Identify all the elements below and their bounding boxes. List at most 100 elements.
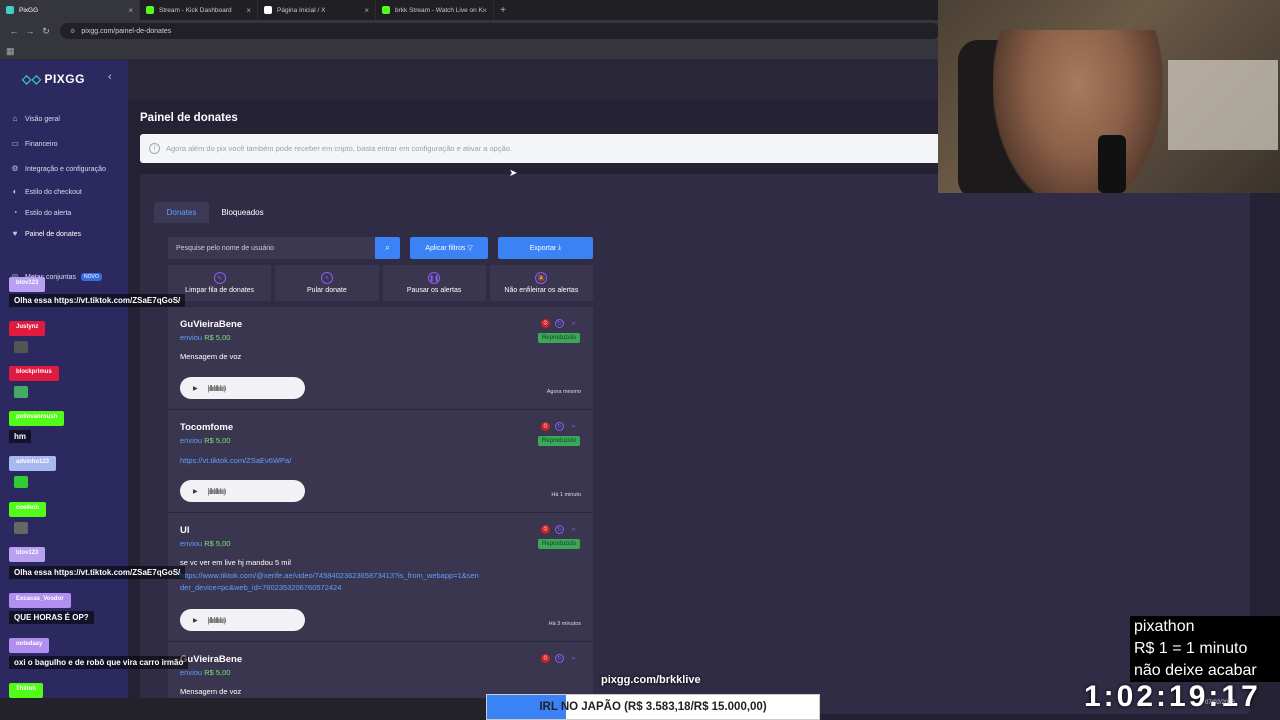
stream-overlay-url: pixgg.com/brkklive — [601, 674, 701, 686]
apps-icon[interactable]: ▦ — [6, 46, 15, 57]
tab-favicon-icon — [6, 6, 14, 14]
webcam-microphone — [1098, 135, 1126, 193]
tab-close-icon[interactable]: × — [364, 6, 369, 15]
search-input[interactable]: Pesquise pelo nome de usuário — [168, 237, 375, 259]
donate-amount: R$ 5,00 — [204, 333, 231, 342]
eraser-icon: ✎ — [213, 272, 226, 284]
info-text: Agora além do pix você também pode receb… — [166, 144, 513, 153]
sidebar-item-integra-o-e-configura-o[interactable]: ⚙ Integração e configuração — [10, 164, 106, 174]
tab-donates[interactable]: Donates — [154, 202, 209, 223]
audio-waveform: |ıllıılıllıılıı|ı — [207, 383, 227, 393]
back-icon[interactable]: ← — [6, 26, 22, 36]
skip-icon[interactable]: » — [569, 654, 578, 663]
browser-tab[interactable]: Stream - Kick Dashboard × — [140, 0, 258, 20]
skip-icon[interactable]: » — [569, 422, 578, 431]
status-badge: Reproduzido — [537, 539, 580, 549]
chat-message: Olha essa https://vt.tiktok.com/ZSaE7qGo… — [9, 294, 186, 307]
pixathon-timer: 1:02:19:17 — [1084, 680, 1261, 713]
donate-icon: ♥ — [12, 229, 18, 238]
sidebar-item-label: Integração e configuração — [25, 165, 106, 173]
chat-username: blov123 — [9, 547, 46, 562]
forward-icon[interactable]: → — [22, 26, 38, 36]
replay-icon[interactable]: ↻ — [555, 654, 564, 663]
chat-username: Excacas_Vosdor — [9, 593, 71, 608]
replay-icon[interactable]: ↻ — [555, 422, 564, 431]
chat-message: QUE HORAS É OP? — [9, 611, 94, 624]
donor-name: GuVieiraBene — [180, 319, 243, 330]
pixgg-logo[interactable]: ◇◇ PIXGG — [22, 72, 85, 86]
browser-tab[interactable]: Página Inicial / X × — [258, 0, 376, 20]
block-icon[interactable]: ⦸ — [541, 525, 550, 534]
pixathon-title: pixathon — [1134, 618, 1195, 635]
wallet-icon: ▭ — [11, 139, 19, 148]
donate-amount-line: enviou R$ 5,00 — [180, 436, 581, 445]
play-icon[interactable]: ▶ — [193, 617, 198, 624]
block-icon[interactable]: ⦸ — [541, 319, 550, 328]
sidebar-item-estilo-do-checkout[interactable]: ◐ Estilo do checkout — [10, 187, 82, 197]
play-icon[interactable]: ▶ — [193, 385, 198, 392]
replay-icon[interactable]: ↻ — [555, 319, 564, 328]
collapse-sidebar-icon[interactable]: ‹ — [108, 71, 112, 83]
chat-message: Olha essa https://vt.tiktok.com/ZSaE7qGo… — [9, 566, 186, 579]
browser-tab[interactable]: brkk Stream - Watch Live on K × — [376, 0, 494, 20]
audio-player[interactable]: ▶ |ıllıılıllıılıı|ı — [180, 609, 305, 631]
chat-username: coelhoh — [9, 502, 47, 517]
apply-filters-button[interactable]: Aplicar filtros ▽ — [410, 237, 488, 259]
logo-text: PIXGG — [44, 72, 85, 86]
sent-label: enviou — [180, 668, 203, 677]
sidebar-item-estilo-do-alerta[interactable]: ◔ Estilo do alerta — [10, 208, 72, 218]
chat-username: Justynz — [9, 321, 46, 336]
new-tab-button[interactable]: + — [494, 5, 512, 16]
apply-filters-label: Aplicar filtros — [425, 244, 466, 252]
tab-title: Página Inicial / X — [277, 6, 326, 14]
action-label: Pausar os alertas — [406, 287, 462, 294]
sidebar-item-label: Painel de donates — [25, 230, 82, 238]
skip-icon[interactable]: » — [569, 319, 578, 328]
chat-username: Thiitoh — [9, 683, 43, 698]
search-button[interactable]: ⌕ — [375, 237, 400, 259]
sidebar-item-painel-de-donates[interactable]: ♥ Painel de donates — [10, 229, 81, 239]
donate-card: Ul enviou R$ 5,00 se vc ver em live hj man… — [168, 513, 593, 642]
browser-tab[interactable]: PixGG × — [0, 0, 140, 20]
block-icon[interactable]: ⦸ — [541, 654, 550, 663]
skip-icon[interactable]: » — [569, 525, 578, 534]
sidebar-item-vis-o-geral[interactable]: ⌂ Visão geral — [10, 114, 60, 124]
tab-close-icon[interactable]: × — [128, 6, 133, 15]
action-button[interactable]: » Pular donate — [275, 265, 379, 301]
export-button[interactable]: Exportar ⤓ — [498, 237, 593, 259]
sidebar-item-financeiro[interactable]: ▭ Financeiro — [10, 139, 57, 149]
replay-icon[interactable]: ↻ — [555, 525, 564, 534]
home-icon: ⌂ — [12, 114, 18, 123]
audio-player[interactable]: ▶ |ıllıılıllıılıı|ı — [180, 480, 305, 502]
donate-card: GuVieiraBene enviou R$ 5,00 Mensagem de vo… — [168, 642, 593, 702]
tab-favicon-icon — [146, 6, 154, 14]
audio-player[interactable]: ▶ |ıllıılıllıılıı|ı — [180, 377, 305, 399]
action-button[interactable]: ❚❚ Pausar os alertas — [382, 265, 486, 301]
action-button[interactable]: 🔕 Não enfileirar os alertas — [489, 265, 593, 301]
settings-icon: ⚙ — [11, 164, 19, 173]
search-icon: ⌕ — [385, 243, 390, 252]
tab-close-icon[interactable]: × — [482, 6, 487, 15]
mouse-cursor-icon: ➤ — [509, 168, 518, 179]
tab-title: brkk Stream - Watch Live on K — [395, 6, 483, 14]
tab-title: Stream - Kick Dashboard — [159, 6, 232, 14]
site-info-icon[interactable]: ⚙ — [70, 28, 75, 35]
donate-link[interactable]: https://vt.tiktok.com/ZSaEv6WPa/ — [180, 455, 480, 467]
tab-close-icon[interactable]: × — [246, 6, 251, 15]
url-text: pixgg.com/painel-de-donates — [81, 27, 172, 35]
tab-bloqueados[interactable]: Bloqueados — [215, 202, 270, 223]
donate-time: Agora mesmo — [546, 389, 581, 395]
url-field[interactable]: ⚙ pixgg.com/painel-de-donates — [60, 23, 940, 39]
donate-link[interactable]: https://www.tiktok.com/@xerife.ae/video/… — [180, 570, 480, 594]
play-icon[interactable]: ▶ — [193, 488, 198, 495]
chat-emote-icon — [14, 341, 28, 353]
webcam-feed — [938, 0, 1280, 193]
reload-icon[interactable]: ↻ — [38, 26, 54, 37]
block-icon[interactable]: ⦸ — [541, 422, 550, 431]
chat-username: notedaay — [9, 638, 50, 653]
donate-action-icons: ⦸ ↻ » — [541, 525, 578, 534]
sidebar-item-label: Visão geral — [25, 115, 60, 123]
sidebar-item-label: Estilo do alerta — [25, 209, 72, 217]
chat-username: advinho123 — [9, 456, 57, 471]
actions-row: ✎ Limpar fila de donates » Pular donate ❚❚ Pa… — [168, 265, 593, 301]
